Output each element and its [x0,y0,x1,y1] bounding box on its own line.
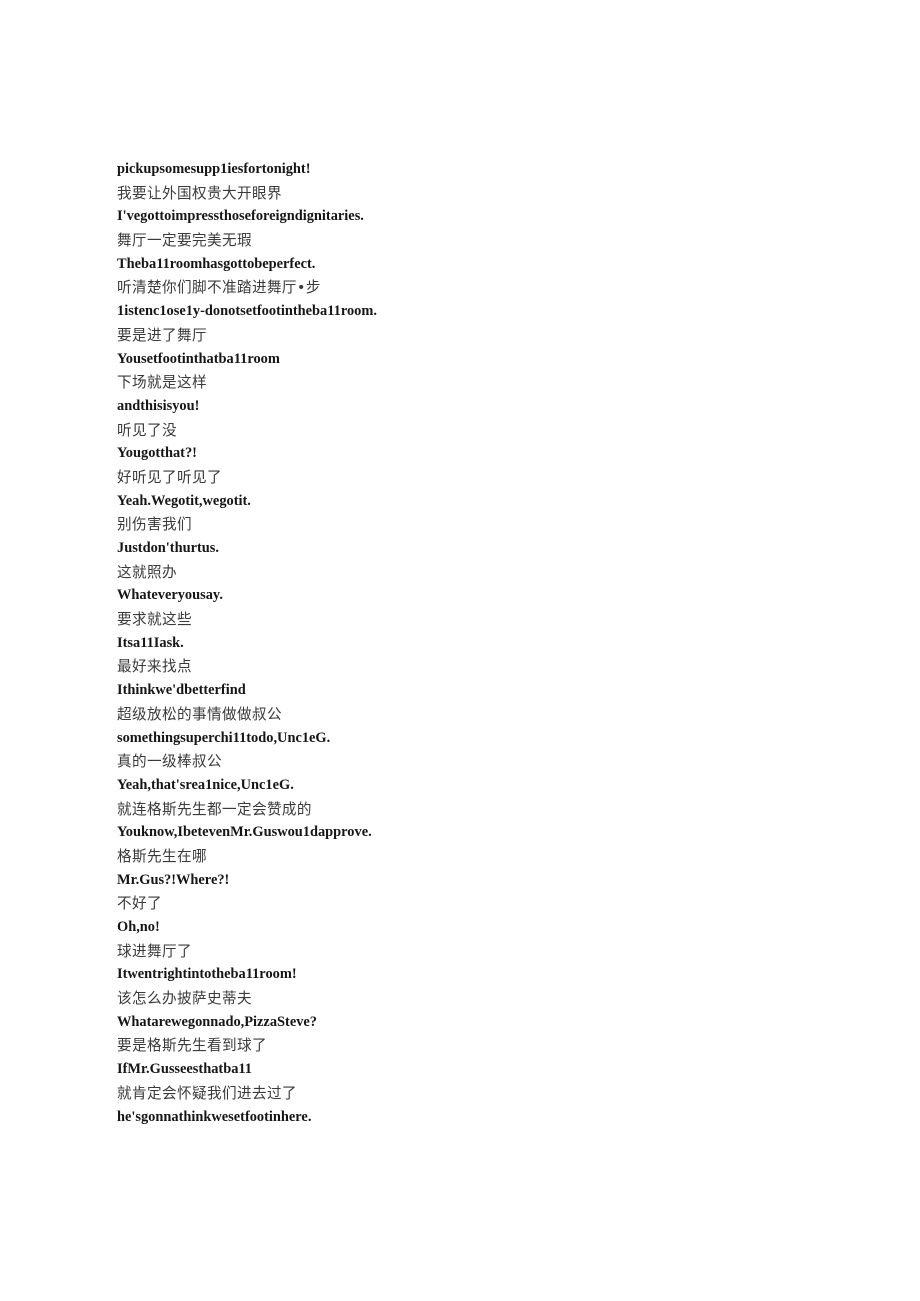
subtitle-line-english: Yousetfootinthatba11room [117,350,280,367]
subtitle-line-chinese: 我要让外国权贵大开眼界 [117,184,282,202]
subtitle-line-english: IfMr.Gusseesthatba11 [117,1061,252,1078]
subtitle-line-chinese: 下场就是这样 [117,374,207,392]
subtitle-line-chinese: 球进舞厅了 [117,942,192,960]
subtitle-line-english: Oh,no! [117,919,160,935]
transcript-text-block: pickupsomesupp1iesfortonight! 我要让外国权贵大开眼界… [117,158,877,1129]
subtitle-line-english: Mr.Gus?!Where?! [117,871,230,888]
subtitle-line-chinese: 要是进了舞厅 [117,326,207,344]
subtitle-line-english: Yeah,that'srea1nice,Unc1eG. [117,776,294,793]
subtitle-line-chinese: 就连格斯先生都一定会赞成的 [117,800,312,818]
subtitle-line-chinese: 不好了 [117,895,162,913]
subtitle-line-chinese: 超级放松的事情做做叔公 [117,705,282,723]
subtitle-line-chinese: 最好来找点 [117,658,192,676]
subtitle-line-english: Yougotthat?! [117,445,197,462]
subtitle-line-chinese: 该怎么办披萨史蒂夫 [117,990,252,1008]
subtitle-line-english: Whateveryousay. [117,587,223,604]
subtitle-line-english: he'sgonnathinkwesetfootinhere. [117,1108,312,1125]
subtitle-line-chinese: 要求就这些 [117,611,192,629]
subtitle-line-chinese: 真的一级棒叔公 [117,753,222,771]
subtitle-line-chinese: 听清楚你们脚不准踏进舞厅•步 [117,279,321,297]
subtitle-line-english: I'vegottoimpressthoseforeigndignitaries. [117,208,364,225]
subtitle-line-chinese: 好听见了听见了 [117,468,222,486]
subtitle-line-english: Youknow,IbetevenMr.Guswou1dapprove. [117,824,372,841]
subtitle-line-english: Yeah.Wegotit,wegotit. [117,492,251,509]
subtitle-line-english: 1istenc1ose1y-donotsetfootintheba11room. [117,303,377,320]
subtitle-line-chinese: 听见了没 [117,421,177,439]
subtitle-line-chinese: 就肯定会怀疑我们进去过了 [117,1084,297,1102]
subtitle-line-english: pickupsomesupp1iesfortonight! [117,161,311,177]
subtitle-line-chinese: 要是格斯先生看到球了 [117,1037,267,1055]
subtitle-line-english: Whatarewegonnado,PizzaSteve? [117,1013,317,1030]
subtitle-line-chinese: 这就照办 [117,563,177,581]
subtitle-line-english: Itsa11Iask. [117,634,184,651]
subtitle-line-english: Itwentrightintotheba11room! [117,966,297,983]
subtitle-line-chinese: 舞厅一定要完美无瑕 [117,232,252,250]
subtitle-line-english: andthisisyou! [117,397,200,414]
subtitle-line-english: somethingsuperchi11todo,Unc1eG. [117,729,331,746]
subtitle-line-english: Ithinkwe'dbetterfind [117,682,246,699]
subtitle-line-chinese: 别伤害我们 [117,516,192,534]
subtitle-line-english: Justdon'thurtus. [117,540,219,556]
subtitle-line-english: Theba11roomhasgottobeperfect. [117,255,316,272]
subtitle-line-chinese: 格斯先生在哪 [117,847,207,865]
document-page: pickupsomesupp1iesfortonight! 我要让外国权贵大开眼界… [0,0,920,1301]
